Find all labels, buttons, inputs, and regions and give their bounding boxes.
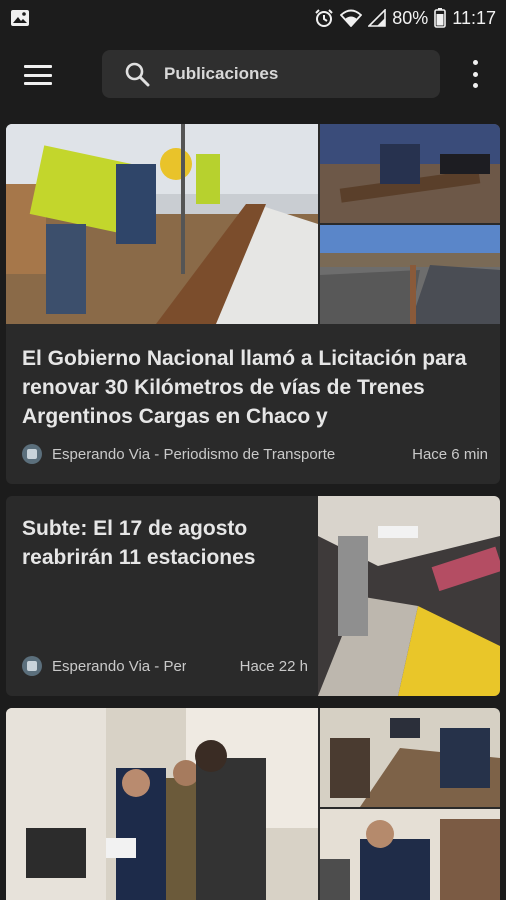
article-time: Hace 22 h [239,657,308,675]
search-bar[interactable]: Publicaciones [102,50,440,98]
article-image-meeting-handshake [6,708,318,900]
article-card[interactable]: Subte: El 17 de agosto reabrirán 11 esta… [6,496,500,696]
alarm-icon [314,8,334,28]
article-source: Esperando Via - Peri [52,657,186,675]
article-image-officials-seated [320,809,500,900]
source-logo-icon [22,656,42,676]
wifi-icon [340,9,363,27]
status-time: 11:17 [452,7,496,28]
article-card[interactable]: El Gobierno Nacional llamó a Licitación … [6,124,500,484]
menu-button[interactable] [22,62,54,88]
article-image-rail-line [320,225,500,324]
image-notification-icon [10,9,30,27]
article-meta: Esperando Via - Periodismo de Transporte… [22,444,488,464]
status-bar: 80% 11:17 [0,0,506,36]
more-vert-icon-dot [472,71,478,77]
more-vert-icon [472,60,478,65]
search-icon [124,61,150,87]
menu-icon [24,65,52,68]
signal-icon [368,9,387,27]
more-options-button[interactable] [466,60,484,88]
article-image-railway-workers [6,124,318,324]
article-image-meeting-table [320,708,500,807]
article-image-collage [6,124,500,324]
battery-percentage: 80% [392,7,429,28]
article-time: Hace 6 min [412,445,488,463]
menu-icon-bar [24,82,52,85]
more-vert-icon-dot [472,83,478,88]
article-title: Subte: El 17 de agosto reabrirán 11 esta… [22,517,256,569]
source-logo-icon [22,444,42,464]
article-image-track-repair [320,124,500,223]
article-meta: Esperando Via - Peri Hace 22 h [22,656,308,676]
app-bar: Publicaciones [0,36,506,112]
search-label: Publicaciones [164,64,279,83]
battery-icon [434,8,447,28]
article-card[interactable] [6,708,500,900]
menu-icon-bar [24,73,52,77]
article-source: Esperando Via - Periodismo de Transporte [52,445,336,463]
article-image-subway-station [318,496,500,696]
article-title: El Gobierno Nacional llamó a Licitación … [22,347,467,428]
